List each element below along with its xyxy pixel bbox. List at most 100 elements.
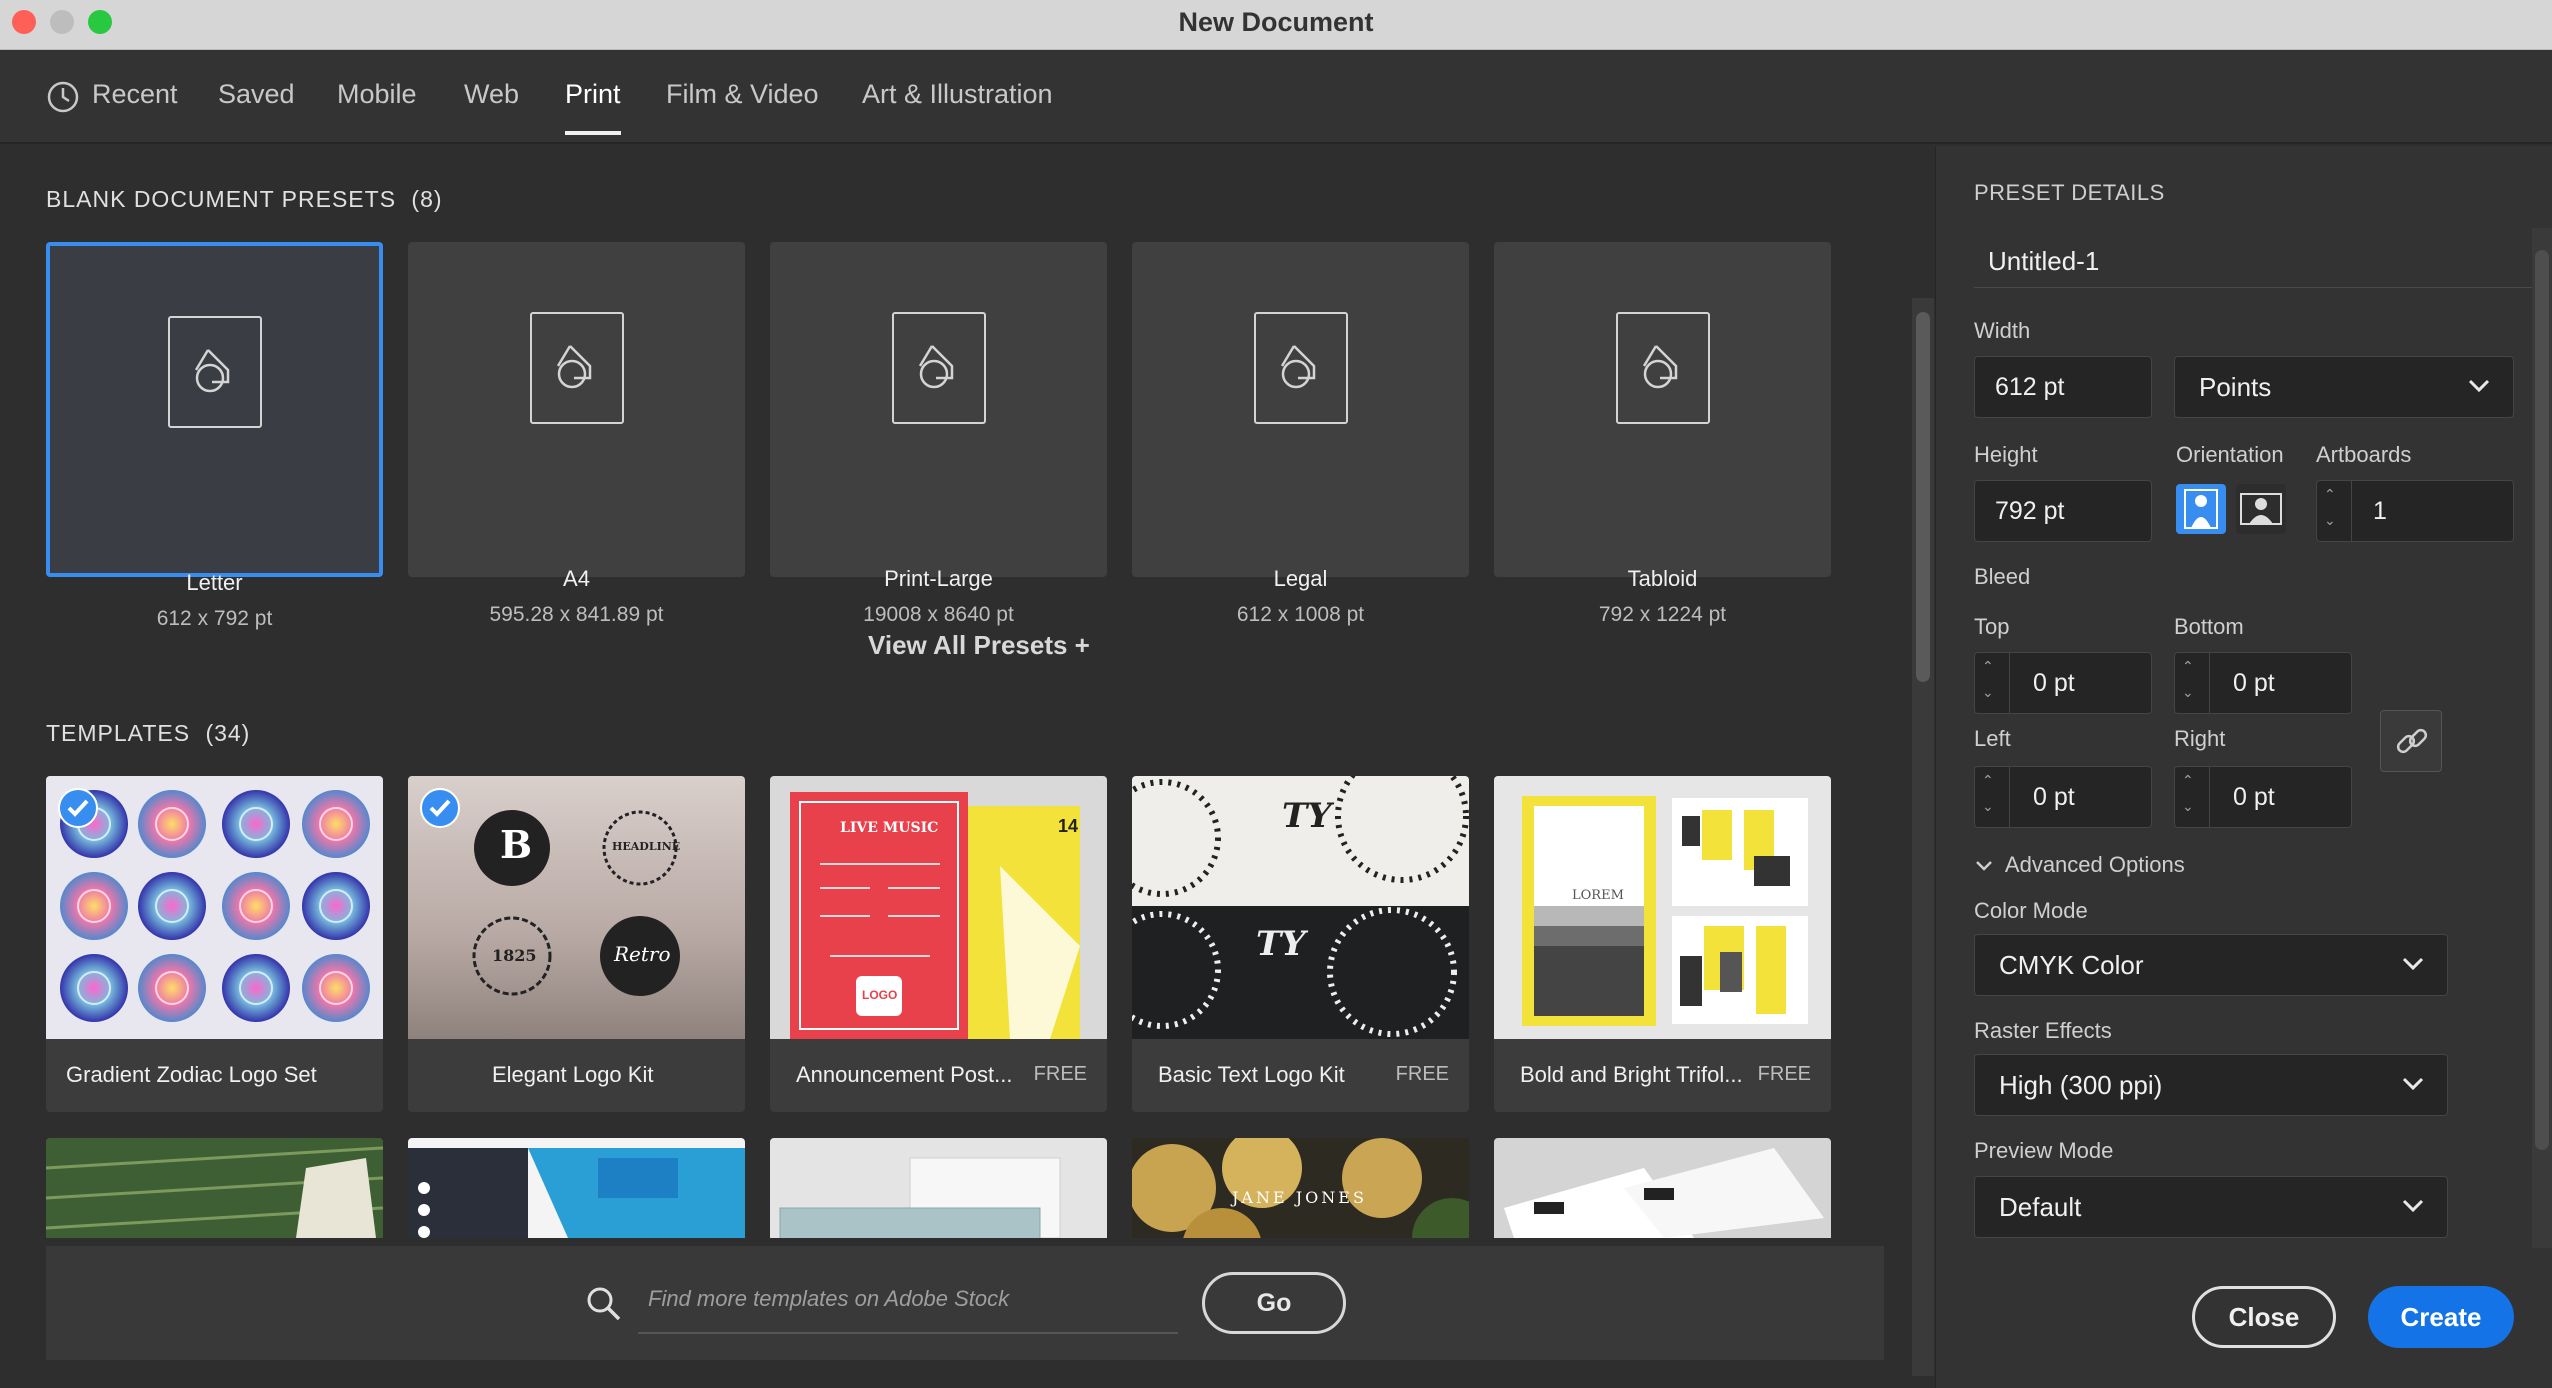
bleed-bottom-stepper[interactable]: ⌃ ⌄ (2174, 652, 2210, 714)
preset-size: 595.28 x 841.89 pt (489, 603, 664, 626)
preset-name: Tabloid (1627, 566, 1698, 591)
preset-size: 792 x 1224 pt (1598, 603, 1727, 626)
template-bold-bright-trifold[interactable]: LOREM Bold and Bright Trifol... FREE (1494, 776, 1831, 1112)
landscape-orientation-button[interactable] (2236, 484, 2286, 534)
elegant-retro: Retro (614, 942, 671, 966)
announce-date: 14 (1058, 816, 1079, 836)
stock-search-input[interactable]: Find more templates on Adobe Stock (648, 1286, 1009, 1312)
chevron-down-icon (2402, 957, 2424, 971)
presets-count: (8) (411, 186, 443, 212)
tab-print[interactable]: Print (565, 79, 621, 135)
presets-scrollbar[interactable] (1912, 298, 1934, 1376)
preset-size: 612 x 792 pt (156, 607, 273, 630)
template-badge: FREE (1395, 1063, 1449, 1085)
template-row2-item-3[interactable] (770, 1138, 1107, 1238)
preset-size: 612 x 1008 pt (1236, 603, 1365, 626)
artboards-stepper[interactable]: ⌃ ⌄ (2316, 480, 2352, 542)
artboards-label: Artboards (2316, 442, 2412, 467)
go-button[interactable]: Go (1202, 1272, 1346, 1334)
preset-tabloid[interactable]: Tabloid 792 x 1224 pt (1494, 242, 1831, 626)
preset-name: Print-Large (884, 566, 993, 591)
templates-heading: TEMPLATES (34) (46, 720, 250, 747)
view-all-presets-link[interactable]: View All Presets + (868, 630, 1090, 661)
template-name: Announcement Post... (796, 1062, 1013, 1087)
tab-mobile[interactable]: Mobile (337, 79, 417, 135)
template-name: Gradient Zodiac Logo Set (66, 1062, 317, 1087)
textlogo-ty-bottom: TY (1256, 924, 1306, 964)
template-thumbnail: LIVE MUSIC LOGO 14 (770, 776, 1107, 1039)
preview-mode-dropdown[interactable]: Default (1974, 1176, 2448, 1238)
bleed-right-label: Right (2174, 726, 2226, 751)
preset-details-pane: PRESET DETAILS Untitled-1 Width 612 pt P… (1935, 146, 2552, 1388)
link-icon (2396, 728, 2428, 754)
details-scrollbar[interactable] (2532, 228, 2552, 1248)
create-button[interactable]: Create (2368, 1286, 2514, 1348)
height-label: Height (1974, 442, 2038, 467)
document-icon (529, 312, 624, 424)
template-gradient-zodiac[interactable]: Gradient Zodiac Logo Set (46, 776, 383, 1112)
width-label: Width (1974, 318, 2031, 343)
preset-letter[interactable]: Letter 612 x 792 pt (46, 242, 383, 630)
document-icon (167, 316, 262, 428)
preset-details-heading: PRESET DETAILS (1974, 180, 2165, 205)
preset-name: Legal (1273, 566, 1328, 591)
template-basic-text-logo-kit[interactable]: TY TY Basic Text Logo Kit FREE (1132, 776, 1469, 1112)
presets-heading: BLANK DOCUMENT PRESETS (8) (46, 186, 443, 213)
bleed-left-stepper[interactable]: ⌃ ⌄ (1974, 766, 2010, 828)
textlogo-ty-top: TY (1282, 796, 1332, 836)
advanced-options-toggle[interactable]: Advanced Options (1974, 852, 2185, 878)
document-icon (1615, 312, 1710, 424)
link-bleed-button[interactable] (2380, 710, 2442, 772)
template-row2-item-2[interactable] (408, 1138, 745, 1238)
preset-legal[interactable]: Legal 612 x 1008 pt (1132, 242, 1469, 626)
template-badge: FREE (1033, 1063, 1087, 1085)
tab-web[interactable]: Web (464, 79, 519, 135)
template-thumbnail: TY TY (1132, 776, 1469, 1039)
category-tabs: Recent Saved Mobile Web Print Film & Vid… (0, 50, 2552, 144)
template-thumbnail: LOREM (1494, 776, 1831, 1039)
preset-print-large[interactable]: Print-Large 19008 x 8640 pt (770, 242, 1107, 626)
chevron-down-icon (1976, 861, 1992, 871)
bleed-label: Bleed (1974, 564, 2031, 589)
announce-logo: LOGO (862, 988, 898, 1002)
templates-count: (34) (205, 720, 251, 746)
scrollbar-thumb[interactable] (2535, 250, 2549, 1150)
units-dropdown[interactable]: Points (2174, 356, 2514, 418)
preset-name: Letter (186, 570, 243, 595)
tab-film-video[interactable]: Film & Video (666, 79, 819, 135)
chevron-down-icon (2402, 1199, 2424, 1213)
template-announcement-poster[interactable]: LIVE MUSIC LOGO 14 Announcement Post... … (770, 776, 1107, 1112)
bleed-right-stepper[interactable]: ⌃ ⌄ (2174, 766, 2210, 828)
elegant-year: 1825 (492, 946, 537, 965)
tab-saved[interactable]: Saved (218, 79, 295, 135)
template-row2-item-4[interactable]: JANE JONES (1132, 1138, 1469, 1238)
preview-mode-label: Preview Mode (1974, 1138, 2114, 1163)
bleed-top-stepper[interactable]: ⌃ ⌄ (1974, 652, 2010, 714)
orientation-label: Orientation (2176, 442, 2284, 467)
announce-live-music: LIVE MUSIC (840, 820, 939, 836)
preview-mode-value: Default (1999, 1192, 2082, 1222)
templates-heading-text: TEMPLATES (46, 720, 191, 746)
presets-pane: BLANK DOCUMENT PRESETS (8) Letter 612 x … (0, 146, 1934, 1388)
color-mode-dropdown[interactable]: CMYK Color (1974, 934, 2448, 996)
width-input[interactable]: 612 pt (1974, 356, 2152, 418)
raster-effects-dropdown[interactable]: High (300 ppi) (1974, 1054, 2448, 1116)
height-input[interactable]: 792 pt (1974, 480, 2152, 542)
tab-art-illustration[interactable]: Art & Illustration (862, 79, 1053, 135)
stock-search-bar: Find more templates on Adobe Stock Go (46, 1246, 1884, 1360)
document-icon (891, 312, 986, 424)
chevron-down-icon (2468, 379, 2490, 393)
bleed-left-label: Left (1974, 726, 2011, 751)
portrait-orientation-button[interactable] (2176, 484, 2226, 534)
document-name-input[interactable]: Untitled-1 (1974, 238, 2548, 288)
template-elegant-logo-kit[interactable]: B HEADLINE 1825 Retro Elegant Logo Kit (408, 776, 745, 1112)
template-row2-item-1[interactable] (46, 1138, 383, 1238)
preset-a4[interactable]: A4 595.28 x 841.89 pt (408, 242, 745, 626)
preset-size: 19008 x 8640 pt (863, 603, 1014, 626)
advanced-options-label: Advanced Options (2004, 852, 2185, 877)
scrollbar-thumb[interactable] (1916, 312, 1930, 682)
tab-recent[interactable]: Recent (92, 79, 178, 135)
template-row2-item-5[interactable] (1494, 1138, 1831, 1238)
template-name: Bold and Bright Trifol... (1520, 1062, 1743, 1087)
close-button[interactable]: Close (2192, 1286, 2336, 1348)
